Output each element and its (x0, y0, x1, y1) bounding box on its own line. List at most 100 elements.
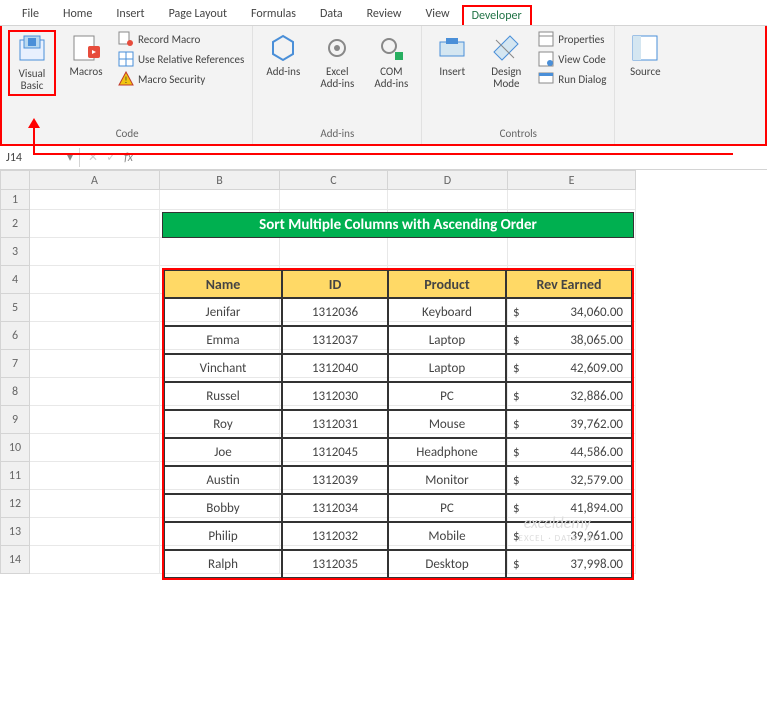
row-header-4[interactable]: 4 (0, 266, 30, 294)
cell-B3[interactable] (160, 238, 280, 266)
cell-grid[interactable]: Sort Multiple Columns with Ascending Ord… (30, 190, 636, 574)
row-header-13[interactable]: 13 (0, 518, 30, 546)
cell-product[interactable]: Keyboard (388, 298, 506, 326)
cell-rev[interactable]: $32,579.00 (506, 466, 632, 494)
cell-A12[interactable] (30, 490, 160, 518)
cell-name[interactable]: Joe (164, 438, 282, 466)
cell-A4[interactable] (30, 266, 160, 294)
cell-C3[interactable] (280, 238, 388, 266)
cell-A5[interactable] (30, 294, 160, 322)
excel-addins-button[interactable]: Excel Add-ins (313, 30, 361, 92)
cell-name[interactable]: Russel (164, 382, 282, 410)
run-dialog-button[interactable]: Run Dialog (536, 70, 608, 88)
cell-rev[interactable]: $32,886.00 (506, 382, 632, 410)
tab-file[interactable]: File (10, 3, 51, 25)
cell-D1[interactable] (388, 190, 508, 210)
cell-product[interactable]: Laptop (388, 326, 506, 354)
cell-A1[interactable] (30, 190, 160, 210)
tab-pagelayout[interactable]: Page Layout (157, 3, 239, 25)
cell-A8[interactable] (30, 378, 160, 406)
row-header-11[interactable]: 11 (0, 462, 30, 490)
cell-B1[interactable] (160, 190, 280, 210)
tab-data[interactable]: Data (308, 3, 355, 25)
cell-A9[interactable] (30, 406, 160, 434)
cell-product[interactable]: Monitor (388, 466, 506, 494)
cell-A6[interactable] (30, 322, 160, 350)
macro-security-button[interactable]: ! Macro Security (116, 70, 246, 88)
row-header-10[interactable]: 10 (0, 434, 30, 462)
cell-name[interactable]: Vinchant (164, 354, 282, 382)
row-header-1[interactable]: 1 (0, 190, 30, 210)
tab-review[interactable]: Review (355, 3, 414, 25)
row-header-7[interactable]: 7 (0, 350, 30, 378)
cell-rev[interactable]: $38,065.00 (506, 326, 632, 354)
col-header-E[interactable]: E (508, 170, 636, 190)
view-code-button[interactable]: View Code (536, 50, 608, 68)
cell-id[interactable]: 1312032 (282, 522, 388, 550)
cell-id[interactable]: 1312040 (282, 354, 388, 382)
cell-A14[interactable] (30, 546, 160, 574)
cell-id[interactable]: 1312031 (282, 410, 388, 438)
cell-id[interactable]: 1312030 (282, 382, 388, 410)
record-macro-button[interactable]: Record Macro (116, 30, 246, 48)
row-header-9[interactable]: 9 (0, 406, 30, 434)
name-box[interactable]: J14 ▾ (0, 148, 80, 167)
tab-home[interactable]: Home (51, 3, 104, 25)
cell-id[interactable]: 1312037 (282, 326, 388, 354)
use-relative-references-button[interactable]: Use Relative References (116, 50, 246, 68)
cell-product[interactable]: Laptop (388, 354, 506, 382)
cell-A7[interactable] (30, 350, 160, 378)
cell-name[interactable]: Bobby (164, 494, 282, 522)
cell-E3[interactable] (508, 238, 636, 266)
addins-button[interactable]: Add-ins (259, 30, 307, 80)
cell-D3[interactable] (388, 238, 508, 266)
cell-rev[interactable]: $37,998.00 (506, 550, 632, 578)
visual-basic-button[interactable]: Visual Basic (8, 30, 56, 96)
row-header-12[interactable]: 12 (0, 490, 30, 518)
col-header-B[interactable]: B (160, 170, 280, 190)
cell-id[interactable]: 1312036 (282, 298, 388, 326)
cell-id[interactable]: 1312045 (282, 438, 388, 466)
cell-product[interactable]: Headphone (388, 438, 506, 466)
cell-product[interactable]: PC (388, 382, 506, 410)
select-all-corner[interactable] (0, 170, 30, 190)
row-header-2[interactable]: 2 (0, 210, 30, 238)
cell-A3[interactable] (30, 238, 160, 266)
com-addins-button[interactable]: COM Add-ins (367, 30, 415, 92)
tab-developer[interactable]: Developer (462, 5, 532, 25)
cell-A11[interactable] (30, 462, 160, 490)
cell-product[interactable]: Desktop (388, 550, 506, 578)
cell-A2[interactable] (30, 210, 160, 238)
cell-rev[interactable]: $44,586.00 (506, 438, 632, 466)
cell-name[interactable]: Jenifar (164, 298, 282, 326)
cell-name[interactable]: Austin (164, 466, 282, 494)
design-mode-button[interactable]: Design Mode (482, 30, 530, 92)
cell-id[interactable]: 1312034 (282, 494, 388, 522)
cell-E1[interactable] (508, 190, 636, 210)
cell-id[interactable]: 1312039 (282, 466, 388, 494)
row-header-6[interactable]: 6 (0, 322, 30, 350)
cell-name[interactable]: Philip (164, 522, 282, 550)
source-button[interactable]: Source (621, 30, 669, 80)
macros-button[interactable]: Macros (62, 30, 110, 80)
properties-button[interactable]: Properties (536, 30, 608, 48)
insert-control-button[interactable]: Insert (428, 30, 476, 80)
row-header-14[interactable]: 14 (0, 546, 30, 574)
cell-name[interactable]: Emma (164, 326, 282, 354)
row-header-8[interactable]: 8 (0, 378, 30, 406)
tab-insert[interactable]: Insert (104, 3, 156, 25)
row-header-5[interactable]: 5 (0, 294, 30, 322)
cell-id[interactable]: 1312035 (282, 550, 388, 578)
cell-name[interactable]: Ralph (164, 550, 282, 578)
cell-rev[interactable]: $42,609.00 (506, 354, 632, 382)
tab-view[interactable]: View (414, 3, 462, 25)
cell-A10[interactable] (30, 434, 160, 462)
formula-input[interactable] (141, 146, 767, 169)
cell-rev[interactable]: $41,894.00 (506, 494, 632, 522)
cell-product[interactable]: PC (388, 494, 506, 522)
row-header-3[interactable]: 3 (0, 238, 30, 266)
cell-product[interactable]: Mouse (388, 410, 506, 438)
tab-formulas[interactable]: Formulas (239, 3, 308, 25)
col-header-A[interactable]: A (30, 170, 160, 190)
col-header-C[interactable]: C (280, 170, 388, 190)
